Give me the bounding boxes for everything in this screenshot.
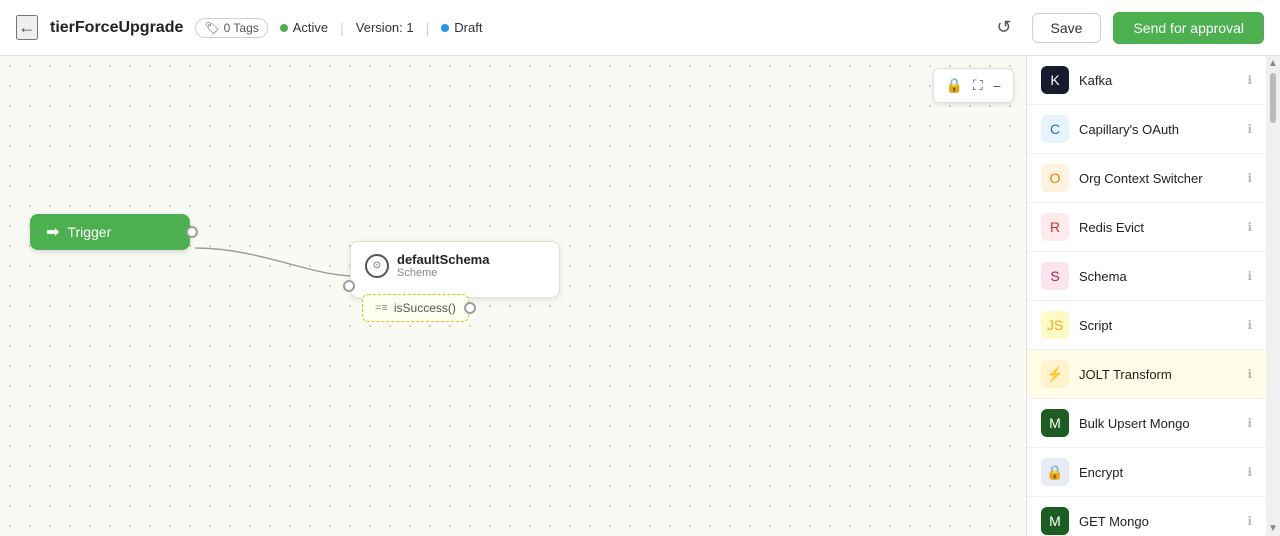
draft-label: Draft [454, 20, 482, 35]
sidebar-item-info-schema: ℹ [1247, 269, 1252, 283]
sidebar-item-schema[interactable]: S Schemaℹ [1027, 252, 1266, 301]
header: ← tierForceUpgrade 🏷 0 Tags Active | Ver… [0, 0, 1280, 56]
save-button[interactable]: Save [1032, 13, 1102, 43]
lock-tool-button[interactable]: 🔒 [942, 73, 967, 98]
save-label: Save [1051, 20, 1083, 36]
kafka-icon: K [1041, 66, 1069, 94]
canvas-toolbar: 🔒 ⛶ − [933, 68, 1014, 103]
active-dot [280, 24, 288, 32]
sidebar-item-info-capillary: ℹ [1247, 122, 1252, 136]
expression-node[interactable]: =≡ isSuccess() [362, 294, 469, 322]
sidebar-item-info-kafka: ℹ [1247, 73, 1252, 87]
sidebar-item-label-schema: Schema [1079, 269, 1237, 284]
zoom-out-tool-button[interactable]: − [989, 74, 1005, 98]
sidebar-item-get-mongo[interactable]: M GET Mongo ℹ [1027, 497, 1266, 536]
encrypt-icon: 🔒 [1041, 458, 1069, 486]
sidebar-item-label-jolt: JOLT Transform [1079, 367, 1237, 382]
right-scrollbar[interactable]: ▲ ▼ [1266, 56, 1280, 536]
send-approval-button[interactable]: Send for approval [1113, 12, 1264, 44]
draft-dot [441, 24, 449, 32]
sidebar-item-jolt[interactable]: ⚡ JOLT Transform ℹ [1027, 350, 1266, 399]
trigger-node[interactable]: ➡ Trigger [30, 214, 190, 250]
sidebar-item-info-encrypt: ℹ [1247, 465, 1252, 479]
sidebar-item-label-org: Org Context Switcher [1079, 171, 1237, 186]
tags-label: 0 Tags [224, 21, 259, 35]
sidebar-item-org[interactable]: O Org Context Switcher ℹ [1027, 154, 1266, 203]
main-layout: ➡ Trigger ⊙ defaultSchema Scheme =≡ isSu… [0, 56, 1280, 536]
schema-node-info: defaultSchema Scheme [397, 252, 489, 279]
back-button[interactable]: ← [16, 15, 38, 40]
sidebar-item-info-get-mongo: ℹ [1247, 514, 1252, 528]
separator-1: | [340, 20, 344, 36]
sidebar-item-label-bulk-mongo: Bulk Upsert Mongo [1079, 416, 1237, 431]
sidebar-item-info-bulk-mongo: ℹ [1247, 416, 1252, 430]
sidebar-item-label-encrypt: Encrypt [1079, 465, 1237, 480]
sidebar-item-encrypt[interactable]: 🔒 Encrypt ℹ [1027, 448, 1266, 497]
schema-node[interactable]: ⊙ defaultSchema Scheme [350, 241, 560, 298]
workflow-canvas[interactable]: ➡ Trigger ⊙ defaultSchema Scheme =≡ isSu… [0, 56, 1026, 536]
schema-node-title: defaultSchema [397, 252, 489, 267]
capillary-icon: C [1041, 115, 1069, 143]
sidebar-item-label-redis: Redis Evict [1079, 220, 1237, 235]
schema-icon: S [1041, 262, 1069, 290]
sidebar-item-label-get-mongo: GET Mongo [1079, 514, 1237, 529]
sidebar-item-label-kafka: Kafka [1079, 73, 1237, 88]
trigger-label: Trigger [67, 224, 111, 240]
sidebar-item-info-org: ℹ [1247, 171, 1252, 185]
sidebar-item-script[interactable]: JS Scriptℹ [1027, 301, 1266, 350]
trigger-right-connector [186, 226, 198, 238]
version-text: Version: 1 [356, 20, 414, 35]
sidebar-item-info-jolt: ℹ [1247, 367, 1252, 381]
schema-node-icon: ⊙ [365, 254, 389, 278]
scroll-down-arrow[interactable]: ▼ [1268, 523, 1278, 534]
scroll-thumb [1270, 73, 1276, 123]
status-active: Active [280, 20, 328, 35]
sidebar-item-capillary[interactable]: C Capillary's OAuth ℹ [1027, 105, 1266, 154]
undo-button[interactable]: ↺ [988, 13, 1019, 42]
separator-2: | [426, 20, 430, 36]
expand-tool-button[interactable]: ⛶ [969, 73, 987, 98]
sidebar-item-info-redis: ℹ [1247, 220, 1252, 234]
sidebar-item-redis[interactable]: R Redis Evict ℹ [1027, 203, 1266, 252]
schema-node-sub: Scheme [397, 267, 489, 279]
script-icon: JS [1041, 311, 1069, 339]
jolt-icon: ⚡ [1041, 360, 1069, 388]
schema-node-header: ⊙ defaultSchema Scheme [365, 252, 545, 279]
sidebar-item-info-script: ℹ [1247, 318, 1252, 332]
undo-icon: ↺ [996, 17, 1011, 38]
scroll-up-arrow[interactable]: ▲ [1268, 58, 1278, 69]
trigger-icon: ➡ [46, 222, 59, 242]
tag-icon: 🏷 [204, 21, 219, 35]
get-mongo-icon: M [1041, 507, 1069, 535]
active-label: Active [293, 20, 328, 35]
org-icon: O [1041, 164, 1069, 192]
expr-right-connector [464, 302, 476, 314]
sidebar-item-label-capillary: Capillary's OAuth [1079, 122, 1237, 137]
sidebar-panel: KKafkaℹCCapillary's OAuthℹOOrg Context S… [1026, 56, 1266, 536]
sidebar-item-label-script: Script [1079, 318, 1237, 333]
status-draft: Draft [441, 20, 482, 35]
schema-left-connector [343, 280, 355, 292]
sidebar-item-bulk-mongo[interactable]: M Bulk Upsert Mongo ℹ [1027, 399, 1266, 448]
expr-icon: =≡ [375, 302, 388, 314]
bulk-mongo-icon: M [1041, 409, 1069, 437]
expr-text: isSuccess() [394, 301, 456, 315]
tags-badge[interactable]: 🏷 0 Tags [195, 18, 267, 38]
sidebar-item-kafka[interactable]: K Kafkaℹ [1027, 56, 1266, 105]
redis-icon: R [1041, 213, 1069, 241]
app-title: tierForceUpgrade [50, 19, 183, 37]
